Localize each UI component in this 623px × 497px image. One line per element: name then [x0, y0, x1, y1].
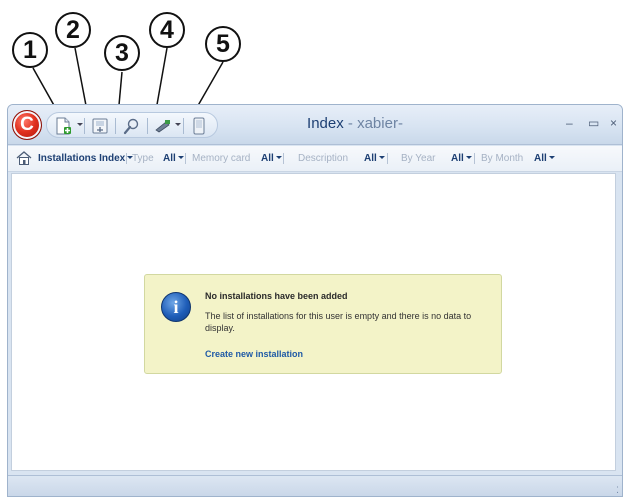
chevron-down-icon — [378, 156, 385, 159]
memory-card-filter-dropdown[interactable]: All — [261, 153, 282, 164]
main-content: i No installations have been added The l… — [11, 173, 616, 471]
month-filter-value: All — [534, 153, 547, 164]
close-button[interactable]: × — [610, 116, 617, 130]
callout-3: 3 — [104, 35, 140, 71]
description-filter-dropdown[interactable]: All — [364, 153, 385, 164]
toolbar-separator — [185, 153, 186, 164]
window-title-page: Index — [307, 115, 344, 132]
callout-4: 4 — [149, 12, 185, 48]
chevron-down-icon — [548, 156, 555, 159]
toolbar-separator — [126, 153, 127, 164]
info-icon: i — [161, 292, 191, 322]
maximize-button[interactable]: ▭ — [588, 116, 599, 130]
chevron-down-icon — [465, 156, 472, 159]
empty-state-title: No installations have been added — [205, 291, 348, 301]
type-filter-value: All — [163, 153, 176, 164]
installations-index-dropdown[interactable]: Installations Index — [38, 153, 134, 164]
chevron-down-icon — [177, 156, 184, 159]
memory-card-filter-label: Memory card — [192, 153, 251, 164]
toolbar-separator — [474, 153, 475, 164]
month-filter-label: By Month — [481, 153, 524, 164]
empty-state-body: The list of installations for this user … — [205, 311, 472, 333]
toolbar-separator — [387, 153, 388, 164]
window-title-separator: - — [347, 115, 353, 132]
title-bar: C Index - xabier- – ▭ × — [8, 105, 622, 145]
callout-2: 2 — [55, 12, 91, 48]
toolbar-separator — [283, 153, 284, 164]
window-title: Index - xabier- — [8, 115, 622, 132]
resize-grip-icon[interactable]: ⁚ — [616, 485, 619, 496]
month-filter-dropdown[interactable]: All — [534, 153, 555, 164]
filter-toolbar: Installations Index Type All Memory card… — [8, 146, 622, 172]
create-installation-link[interactable]: Create new installation — [205, 349, 303, 359]
installations-index-label: Installations Index — [38, 153, 126, 164]
home-icon — [16, 151, 32, 168]
chevron-down-icon — [275, 156, 282, 159]
screenshot: 1 2 3 4 5 C Index - xabier- – ▭ × Instal… — [0, 0, 623, 497]
year-filter-dropdown[interactable]: All — [451, 153, 472, 164]
status-bar: ⁚ — [8, 475, 622, 496]
description-filter-value: All — [364, 153, 377, 164]
callout-5: 5 — [205, 26, 241, 62]
info-icon-glyph: i — [173, 296, 179, 317]
window-title-user: xabier- — [357, 115, 403, 132]
type-filter-label: Type — [132, 153, 154, 164]
minimize-button[interactable]: – — [566, 116, 573, 130]
app-window: C Index - xabier- – ▭ × Installations In… — [7, 104, 623, 497]
year-filter-label: By Year — [401, 153, 436, 164]
memory-card-filter-value: All — [261, 153, 274, 164]
year-filter-value: All — [451, 153, 464, 164]
type-filter-dropdown[interactable]: All — [163, 153, 184, 164]
description-filter-label: Description — [298, 153, 349, 164]
empty-state-message: i No installations have been added The l… — [144, 274, 502, 374]
callout-1: 1 — [12, 32, 48, 68]
